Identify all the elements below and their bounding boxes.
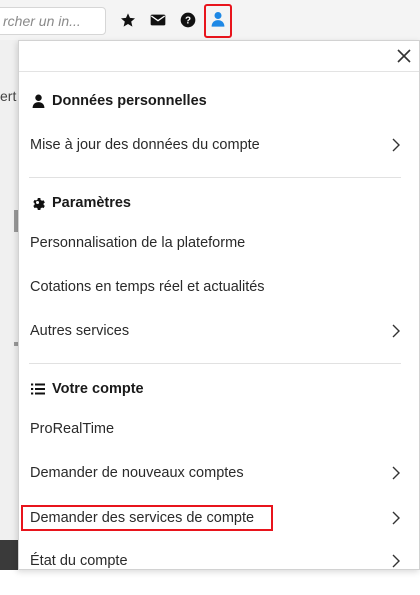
account-dropdown-menu: Données personnelles Mise à jour des don… — [18, 40, 420, 570]
search-input[interactable]: rcher un in... — [0, 7, 106, 35]
user-icon — [211, 11, 225, 32]
menu-item-label: État du compte — [30, 553, 128, 569]
close-icon[interactable] — [395, 47, 413, 65]
top-toolbar: rcher un in... ? — [0, 0, 420, 40]
help-icon[interactable]: ? — [178, 10, 198, 30]
menu-item-prorealtime[interactable]: ProRealTime — [19, 414, 419, 444]
svg-text:?: ? — [185, 15, 191, 26]
menu-item-label: Demander de nouveaux comptes — [30, 465, 244, 481]
gear-icon — [31, 196, 45, 210]
menu-item-request-new-accounts[interactable]: Demander de nouveaux comptes — [19, 458, 419, 488]
menu-item-realtime-quotes-news[interactable]: Cotations en temps réel et actualités — [19, 272, 419, 302]
menu-item-platform-customization[interactable]: Personnalisation de la plateforme — [19, 228, 419, 258]
section-title: Données personnelles — [52, 93, 207, 109]
divider — [29, 363, 401, 364]
chevron-right-icon — [392, 511, 400, 525]
section-title: Votre compte — [52, 381, 144, 397]
menu-item-label: ProRealTime — [30, 421, 115, 437]
menu-item-other-services[interactable]: Autres services — [19, 316, 419, 346]
section-settings: Paramètres — [31, 195, 131, 211]
background-dark-block — [0, 540, 18, 570]
user-menu-button[interactable] — [204, 4, 232, 38]
chevron-right-icon — [392, 554, 400, 568]
section-your-account: Votre compte — [31, 381, 144, 397]
menu-item-label: Autres services — [30, 323, 130, 339]
list-icon — [31, 382, 45, 396]
section-personal-data: Données personnelles — [31, 93, 207, 109]
background-left-panel — [0, 40, 18, 570]
menu-item-label: Mise à jour des données du compte — [30, 137, 260, 153]
background-text: ert — [0, 88, 17, 104]
mail-icon[interactable] — [148, 10, 168, 30]
chevron-right-icon — [392, 324, 400, 338]
star-icon[interactable] — [118, 10, 138, 30]
chevron-right-icon — [392, 138, 400, 152]
menu-item-account-status[interactable]: État du compte — [19, 546, 419, 576]
menu-header — [19, 41, 419, 72]
chevron-right-icon — [392, 466, 400, 480]
highlight-box — [21, 505, 273, 531]
menu-item-label: Personnalisation de la plateforme — [30, 235, 246, 251]
menu-item-label: Cotations en temps réel et actualités — [30, 279, 265, 295]
section-title: Paramètres — [52, 195, 131, 211]
person-icon — [31, 94, 45, 108]
menu-item-update-account-data[interactable]: Mise à jour des données du compte — [19, 130, 419, 160]
divider — [29, 177, 401, 178]
